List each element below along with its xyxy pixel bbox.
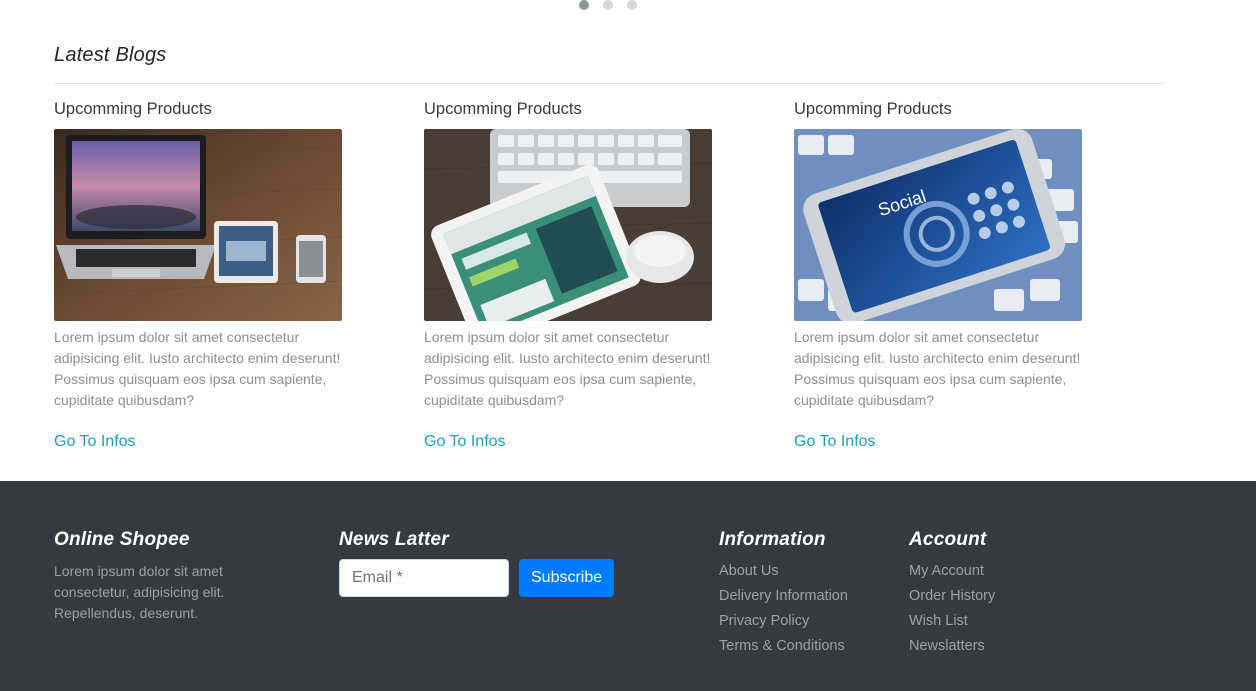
footer-link-delivery-information[interactable]: Delivery Information	[719, 584, 848, 609]
footer-information-links: About Us Delivery Information Privacy Po…	[719, 559, 848, 659]
blog-card-text: Lorem ipsum dolor sit amet consectetur a…	[424, 329, 711, 408]
blog-card-text: Lorem ipsum dolor sit amet consectetur a…	[54, 329, 341, 408]
footer-link-wish-list[interactable]: Wish List	[909, 609, 995, 634]
smartphone-social-keyboard-image: Social	[794, 129, 1082, 321]
go-to-infos-link[interactable]: Go To Infos	[794, 433, 876, 451]
footer-link-about-us[interactable]: About Us	[719, 559, 848, 584]
blog-card: Upcomming Products	[424, 84, 714, 451]
newsletter-form: Subscribe	[339, 559, 615, 597]
footer-link-my-account[interactable]: My Account	[909, 559, 995, 584]
blog-card-text: Lorem ipsum dolor sit amet consectetur a…	[794, 329, 1081, 408]
footer-shop-column: Online Shopee Lorem ipsum dolor sit amet…	[54, 529, 254, 624]
footer-link-newslatters[interactable]: Newslatters	[909, 634, 995, 659]
carousel-indicators	[579, 0, 637, 10]
footer-account-column: Account My Account Order History Wish Li…	[909, 529, 995, 659]
carousel-dot-3[interactable]	[627, 0, 637, 10]
latest-blogs-section: Latest Blogs Upcomming Products Lorem ip…	[54, 44, 1164, 464]
footer-link-privacy-policy[interactable]: Privacy Policy	[719, 609, 848, 634]
footer-newsletter-column: News Latter Subscribe	[339, 529, 615, 597]
footer-account-heading: Account	[909, 529, 987, 550]
footer-shop-text: Lorem ipsum dolor sit amet consectetur, …	[54, 563, 225, 621]
blog-card-title: Upcomming Products	[54, 100, 212, 118]
laptop-tablet-phone-image	[54, 129, 342, 321]
footer-account-links: My Account Order History Wish List Newsl…	[909, 559, 995, 659]
site-footer: Online Shopee Lorem ipsum dolor sit amet…	[0, 481, 1256, 691]
section-title: Latest Blogs	[54, 44, 167, 66]
subscribe-button[interactable]: Subscribe	[519, 559, 615, 597]
footer-link-terms-conditions[interactable]: Terms & Conditions	[719, 634, 848, 659]
blog-card: Upcomming Products	[794, 84, 1084, 451]
tablet-keyboard-mouse-image	[424, 129, 712, 321]
go-to-infos-link[interactable]: Go To Infos	[424, 433, 506, 451]
footer-link-order-history[interactable]: Order History	[909, 584, 995, 609]
email-input[interactable]	[339, 559, 509, 597]
footer-newsletter-heading: News Latter	[339, 529, 449, 550]
footer-information-heading: Information	[719, 529, 826, 550]
carousel-dot-1[interactable]	[579, 0, 589, 10]
blog-card-title: Upcomming Products	[424, 100, 582, 118]
go-to-infos-link[interactable]: Go To Infos	[54, 433, 136, 451]
carousel-dot-2[interactable]	[603, 0, 613, 10]
footer-information-column: Information About Us Delivery Informatio…	[719, 529, 848, 659]
footer-shop-heading: Online Shopee	[54, 529, 190, 550]
blog-cards: Upcomming Products Lorem ipsum dolor sit…	[54, 84, 1164, 464]
blog-card-title: Upcomming Products	[794, 100, 952, 118]
blog-card: Upcomming Products	[54, 84, 344, 451]
